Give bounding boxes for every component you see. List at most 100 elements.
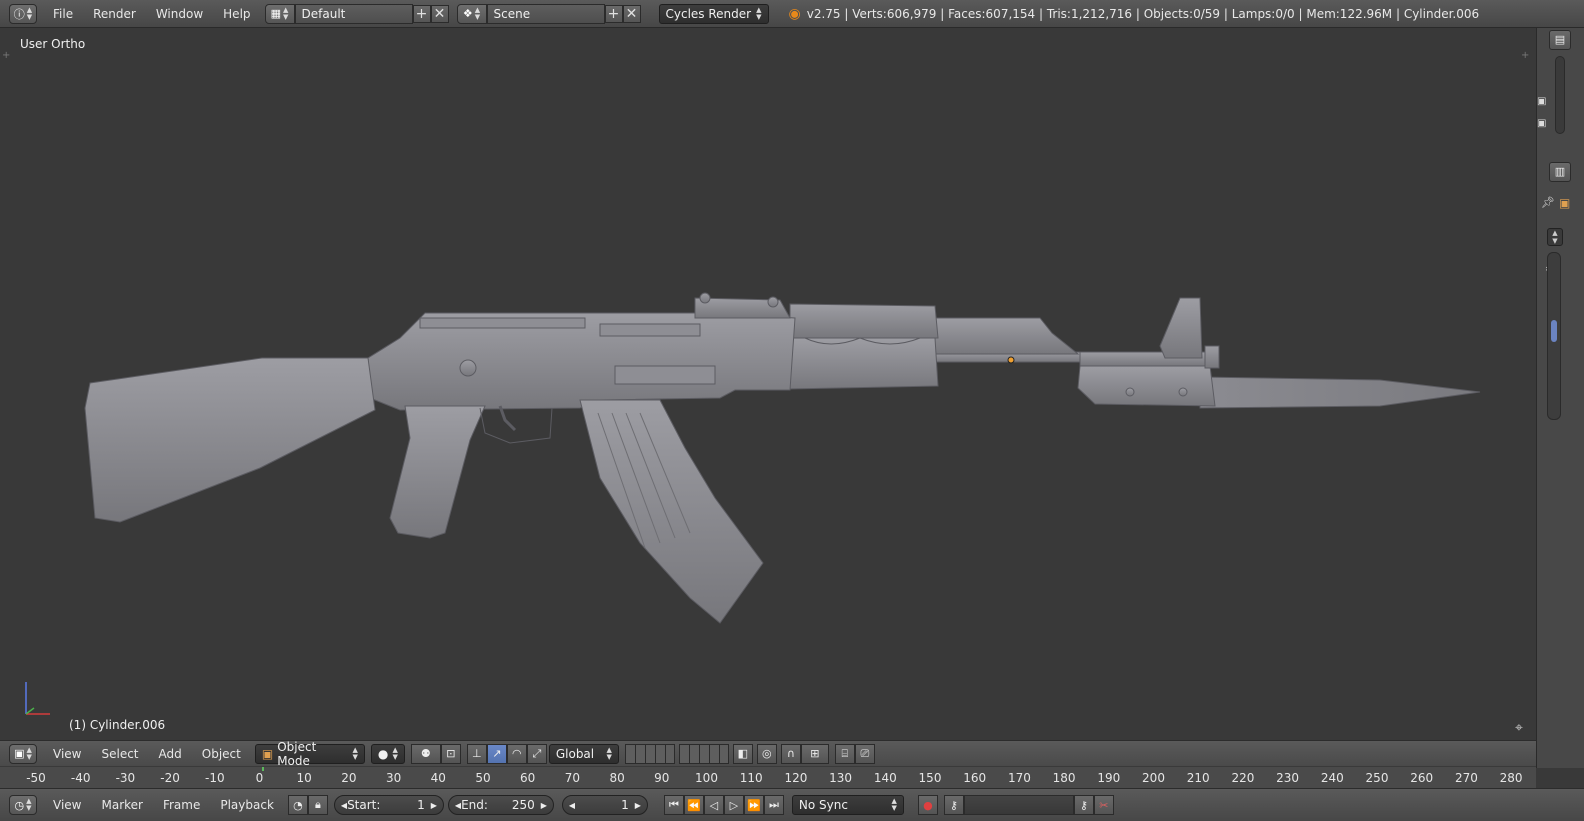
pin-icon[interactable]: 📌︎ [1541, 196, 1555, 209]
increment-arrow-icon: ▶ [430, 800, 437, 810]
insert-keyframe-button[interactable]: ⚷ [1073, 795, 1094, 815]
auto-keyframe-record-button[interactable]: ● [917, 795, 938, 815]
ruler-tick-label: 0 [255, 771, 264, 785]
manipulator-icon: ⊥ [472, 747, 482, 760]
skip-start-icon: ⏮ [668, 798, 679, 811]
ruler-tick-label: -40 [70, 771, 91, 785]
delete-layout-button[interactable]: ✕ [430, 4, 449, 23]
end-frame-field[interactable]: ◀ End: 250 ▶ [447, 795, 554, 815]
layers-grid-1[interactable] [624, 743, 675, 764]
opengl-render-button[interactable]: ⌸ [834, 743, 855, 764]
cube-icon: ▣ [261, 746, 274, 761]
limit-selection-button[interactable]: ⊡ [440, 743, 461, 764]
add-menu[interactable]: Add [149, 747, 192, 761]
play-icon: ▷ [729, 798, 739, 812]
delete-keyframe-button[interactable]: ✂ [1093, 795, 1114, 815]
snap-element-dropdown[interactable]: ⊞ [800, 743, 829, 764]
translate-manipulator[interactable]: ↗ [486, 743, 507, 764]
current-frame-indicator[interactable] [262, 767, 264, 771]
timeline-view-menu[interactable]: View [43, 798, 91, 812]
mode-dropdown[interactable]: ▣ Object Mode ▲ ▼ [254, 740, 365, 768]
transform-orientation-dropdown[interactable]: Global ▲ ▼ [548, 743, 619, 764]
info-editor-type-button[interactable]: ⓘ ▲ ▼ [9, 3, 37, 24]
viewport-shading-dropdown[interactable]: ● ▲ ▼ [370, 743, 405, 764]
scrollbar-handle[interactable] [1551, 320, 1557, 342]
object-menu[interactable]: Object [192, 747, 251, 761]
sync-mode-label: No Sync [798, 798, 848, 812]
keying-set-button[interactable]: ⚷ [943, 795, 964, 815]
record-icon: ● [923, 798, 933, 812]
jump-to-end-button[interactable]: ⏭ [763, 795, 784, 815]
add-layout-button[interactable]: + [412, 4, 431, 23]
properties-editor-button[interactable]: ▥ [1549, 162, 1571, 182]
layers-grid-2[interactable] [678, 743, 729, 764]
play-button[interactable]: ▷ [723, 795, 744, 815]
scrollbar[interactable] [1555, 56, 1565, 134]
active-keying-set-field[interactable] [963, 795, 1074, 815]
3dview-editor-type-button[interactable]: ▣ ▲ ▼ [9, 743, 37, 764]
ak47-model[interactable] [0, 28, 1536, 740]
timeline-editor-type-button[interactable]: ◷ ▲ ▼ [9, 795, 37, 815]
lock-time-cursor-button[interactable]: 🔒︎ [307, 795, 328, 815]
arrow-icon: ↗ [492, 747, 502, 760]
timeline-ruler[interactable]: -50 -40 -30 -20 -10 0 10 20 30 40 50 60 70 80 90 100 110… [0, 766, 1536, 788]
3d-viewport[interactable]: User Ortho + + (1) Cylinder.006 ⌖ [0, 28, 1536, 740]
preview-range-button[interactable]: ◔ [287, 795, 308, 815]
render-engine-dropdown[interactable]: Cycles Render ▲ ▼ [658, 3, 769, 24]
ruler-tick-label: 160 [963, 771, 987, 785]
view-menu[interactable]: View [43, 747, 91, 761]
ruler-tick-label: 30 [385, 771, 402, 785]
ruler-tick-label: 230 [1276, 771, 1300, 785]
playback-menu[interactable]: Playback [210, 798, 284, 812]
jump-to-keyframe-back-button[interactable]: ⏪ [683, 795, 704, 815]
frame-menu[interactable]: Frame [153, 798, 210, 812]
key-insert-icon: ⚷ [1079, 798, 1088, 812]
3d-cursor-icon: ⌖ [1515, 720, 1523, 736]
skip-end-icon: ⏭ [768, 798, 779, 811]
clock-icon: ◷ [14, 798, 25, 812]
screen-layout-field[interactable]: Default [294, 3, 413, 24]
ruler-tick-label: 140 [873, 771, 897, 785]
menu-help[interactable]: Help [213, 7, 260, 21]
menu-file[interactable]: File [43, 7, 83, 21]
sync-mode-dropdown[interactable]: No Sync ▲ ▼ [791, 795, 904, 815]
add-scene-button[interactable]: + [604, 4, 623, 23]
dropdown-arrows-icon: ▲ ▼ [352, 745, 358, 761]
jump-to-keyframe-forward-button[interactable]: ⏩ [743, 795, 764, 815]
ruler-tick-label: 190 [1097, 771, 1121, 785]
marker-menu[interactable]: Marker [91, 798, 152, 812]
proportional-edit-button[interactable]: ◎ [756, 743, 777, 764]
object-cube-icon[interactable]: ▣ [1559, 196, 1570, 210]
mode-label: Object Mode [277, 739, 317, 768]
ruler-tick-label: 130 [829, 771, 853, 785]
menu-render[interactable]: Render [83, 7, 146, 21]
scene-field[interactable]: Scene [486, 3, 605, 24]
close-icon: ✕ [625, 5, 638, 22]
start-frame-field[interactable]: ◀ Start: 1 ▶ [333, 795, 444, 815]
pivot-point-button[interactable]: ⚉ [410, 743, 441, 764]
context-dropdown[interactable]: ▲ ▼ [1547, 228, 1563, 246]
scale-manipulator[interactable]: ⤢ [526, 743, 547, 764]
play-reverse-button[interactable]: ◁ [703, 795, 724, 815]
snap-toggle[interactable]: ∩ [780, 743, 801, 764]
blender-logo-icon: ◉ [788, 5, 801, 22]
lock-layers-button[interactable]: ◧ [732, 743, 753, 764]
jump-to-start-button[interactable]: ⏮ [663, 795, 684, 815]
scene-browse-button[interactable]: ❖ ▲ ▼ [456, 3, 487, 24]
opengl-render-animation-button[interactable]: ⎚ [854, 743, 875, 764]
select-menu[interactable]: Select [91, 747, 148, 761]
camera-icon[interactable]: ▣ [1537, 96, 1546, 107]
ruler-tick-label: 240 [1320, 771, 1344, 785]
ruler-tick-label: 20 [341, 771, 357, 785]
menu-window[interactable]: Window [146, 7, 213, 21]
rotate-manipulator[interactable]: ◠ [506, 743, 527, 764]
manipulator-toggle[interactable]: ⊥ [466, 743, 487, 764]
ruler-tick-label: 80 [609, 771, 625, 785]
select-box-icon: ⊡ [446, 747, 456, 760]
outliner-editor-button[interactable]: ▤ [1549, 30, 1571, 50]
delete-scene-button[interactable]: ✕ [622, 4, 641, 23]
current-frame-field[interactable]: ◀ 1 ▶ [561, 795, 648, 815]
camera-icon[interactable]: ▣ [1537, 118, 1546, 129]
ruler-tick-label: 210 [1186, 771, 1210, 785]
screen-layout-browse-button[interactable]: ▦ ▲ ▼ [264, 3, 295, 24]
